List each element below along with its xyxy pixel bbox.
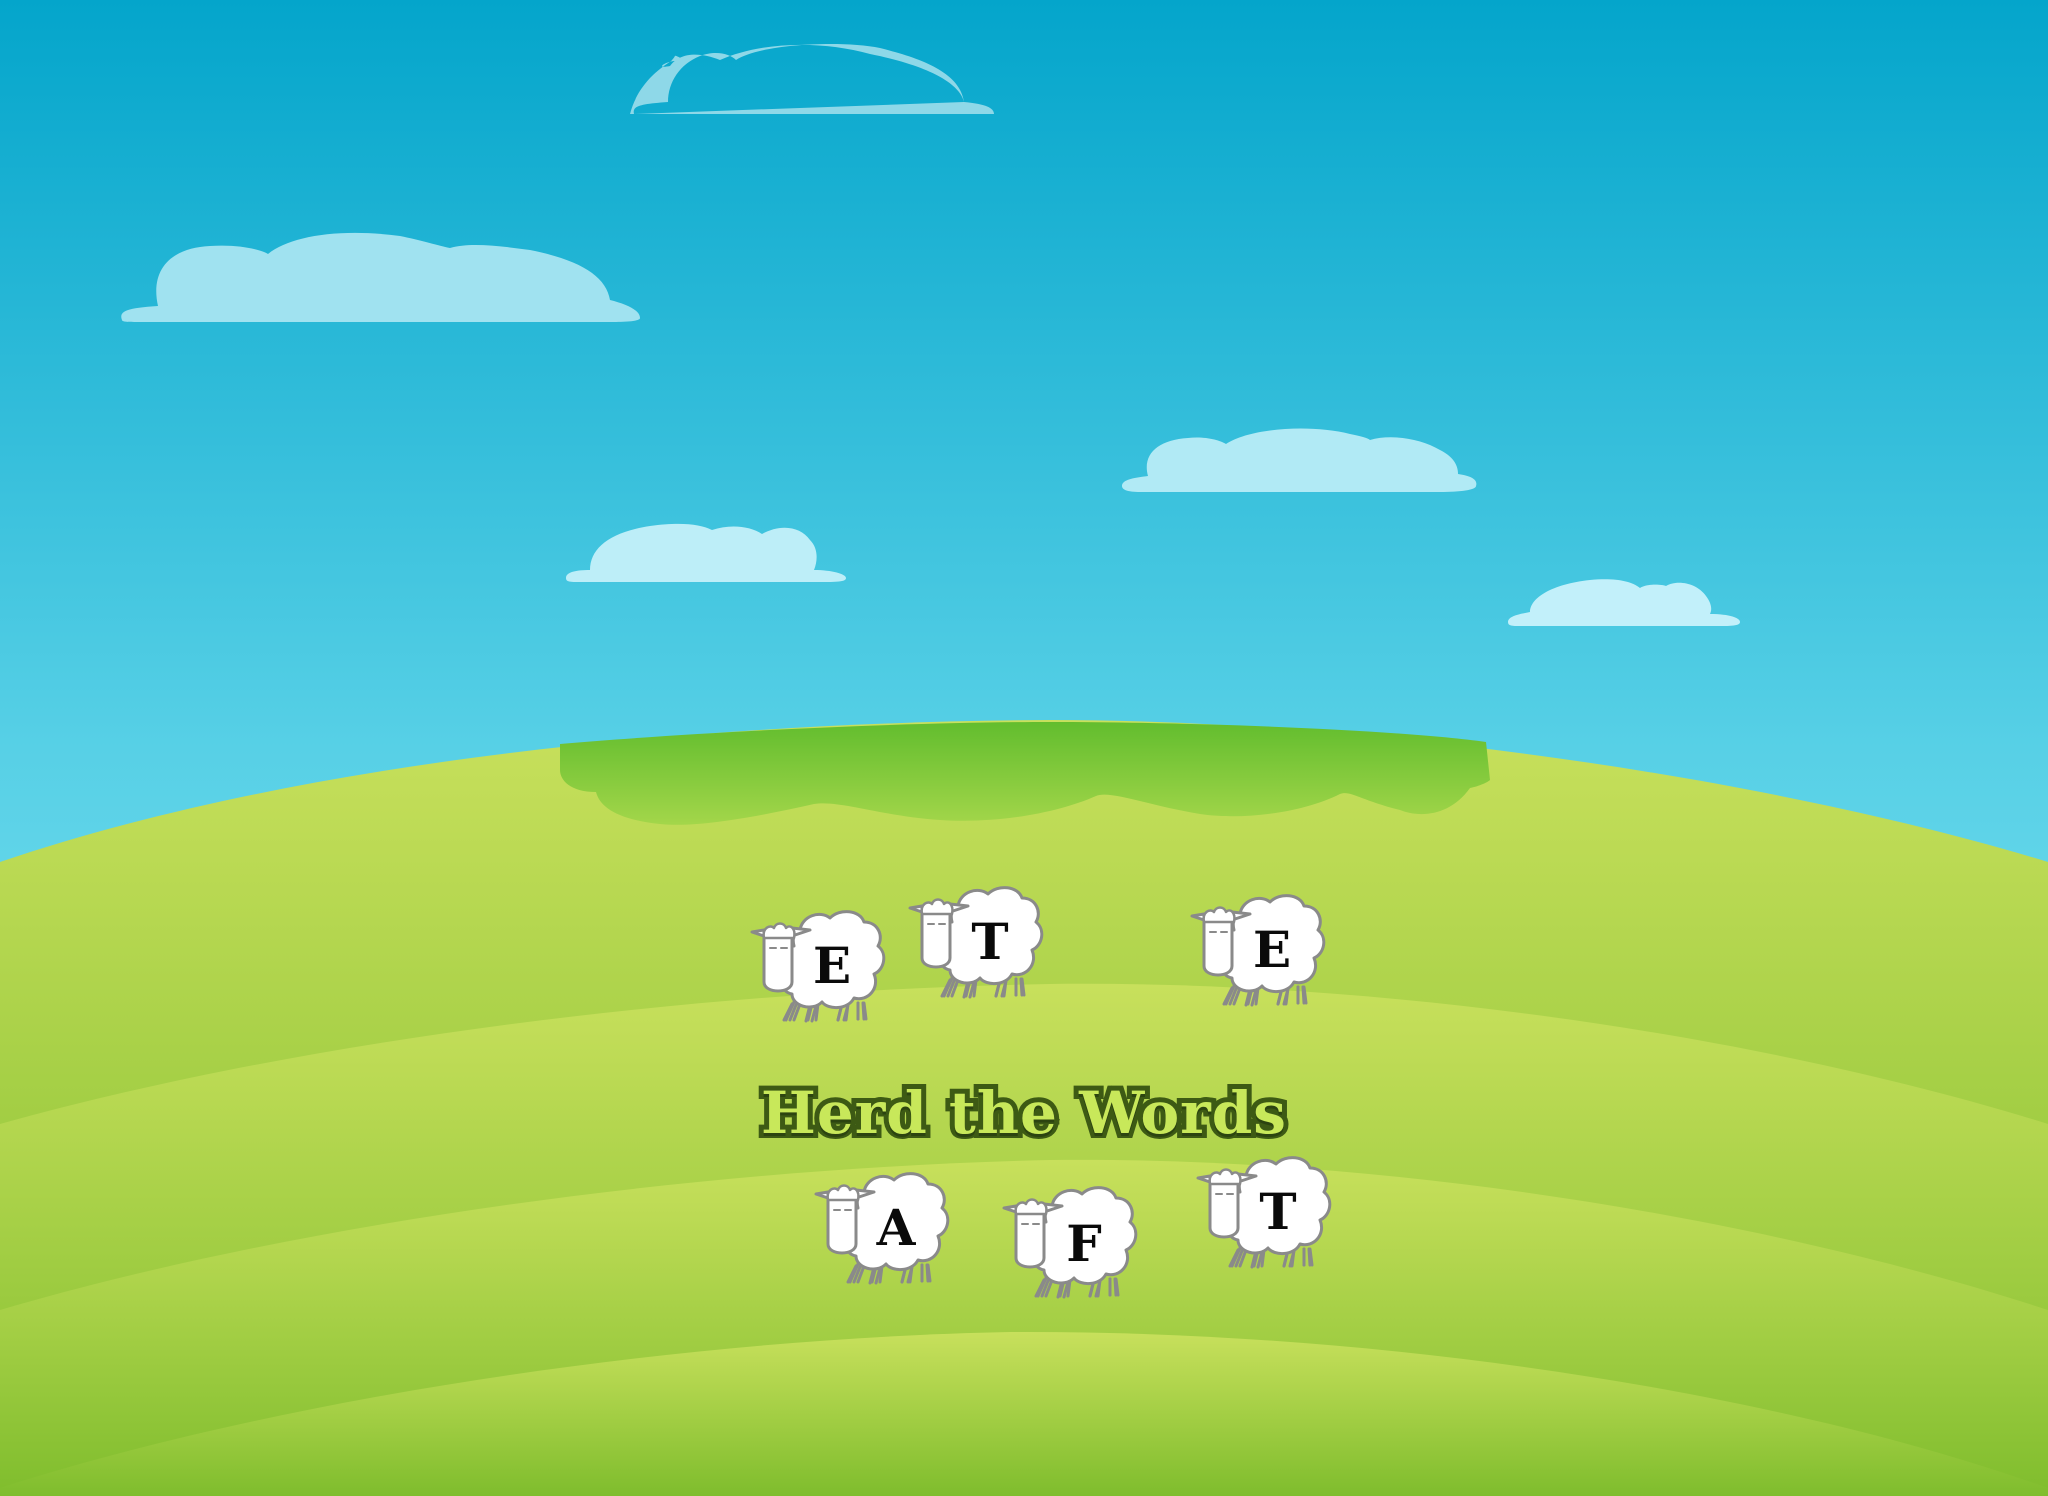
sheep-letter: F <box>1066 1214 1102 1273</box>
title-area: Herd the Words <box>0 1074 2048 1158</box>
sheep-letter: E <box>813 936 851 995</box>
sheep-letter: T <box>1259 1182 1296 1241</box>
sheep-letter: E <box>1253 920 1291 979</box>
game-title: Herd the Words <box>756 1074 1291 1152</box>
game-stage: E T E A F T Herd the Words <box>0 0 2048 1496</box>
sheep-letter: A <box>876 1198 917 1257</box>
pasture-scene: E T E A F T <box>0 0 2048 1496</box>
sheep-letter: T <box>971 912 1008 971</box>
